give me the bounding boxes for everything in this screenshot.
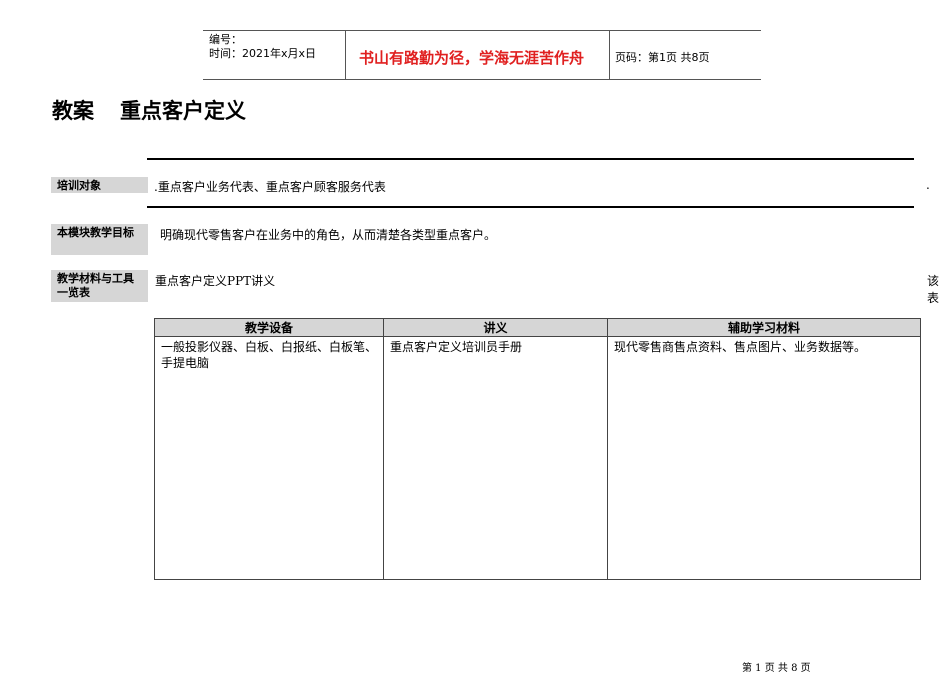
divider — [147, 158, 914, 160]
number-label: 编号： — [209, 33, 242, 46]
objective-text: 明确现代零售客户在业务中的角色，从而清楚各类型重点客户。 — [160, 228, 497, 242]
col-header-equipment: 教学设备 — [154, 318, 384, 337]
col-header-aux-materials: 辅助学习材料 — [607, 318, 921, 337]
trainees-trail: . — [926, 178, 930, 192]
col-header-handout: 讲义 — [383, 318, 608, 337]
cell-handout: 重点客户定义培训员手册 — [383, 336, 608, 580]
cell-aux-materials: 现代零售商售点资料、售点图片、业务数据等。 — [607, 336, 921, 580]
page-header: 编号： 时间：2021年x月x日 书山有路勤为径，学海无涯苦作舟 页码：第1页 … — [203, 30, 761, 80]
header-meta: 编号： 时间：2021年x月x日 — [209, 33, 316, 61]
label-materials: 教学材料与工具一览表 — [51, 270, 148, 302]
materials-text: 重点客户定义PPT讲义 — [155, 274, 276, 288]
materials-table: 教学设备 讲义 辅助学习材料 一般投影仪器、白板、白报纸、白板笔、手提电脑 重点… — [154, 318, 921, 580]
motto: 书山有路勤为径，学海无涯苦作舟 — [359, 49, 585, 67]
label-trainees: 培训对象 — [51, 177, 148, 193]
trainees-text: .重点客户业务代表、重点客户顾客服务代表 — [154, 180, 386, 194]
page-title: 教案 重点客户定义 — [52, 95, 246, 125]
label-objective: 本模块教学目标 — [51, 224, 148, 255]
page-info: 页码：第1页 共8页 — [615, 51, 710, 64]
materials-trail: 该表 — [927, 274, 940, 305]
time-label: 时间：2021年x月x日 — [209, 47, 317, 60]
title-name: 重点客户定义 — [120, 99, 246, 123]
table-row: 一般投影仪器、白板、白报纸、白板笔、手提电脑 重点客户定义培训员手册 现代零售商… — [154, 336, 921, 580]
cell-equipment: 一般投影仪器、白板、白报纸、白板笔、手提电脑 — [154, 336, 384, 580]
title-prefix: 教案 — [52, 99, 94, 123]
divider — [147, 206, 914, 208]
divider — [345, 31, 346, 79]
divider — [609, 31, 610, 79]
table-header-row: 教学设备 讲义 辅助学习材料 — [154, 318, 921, 337]
